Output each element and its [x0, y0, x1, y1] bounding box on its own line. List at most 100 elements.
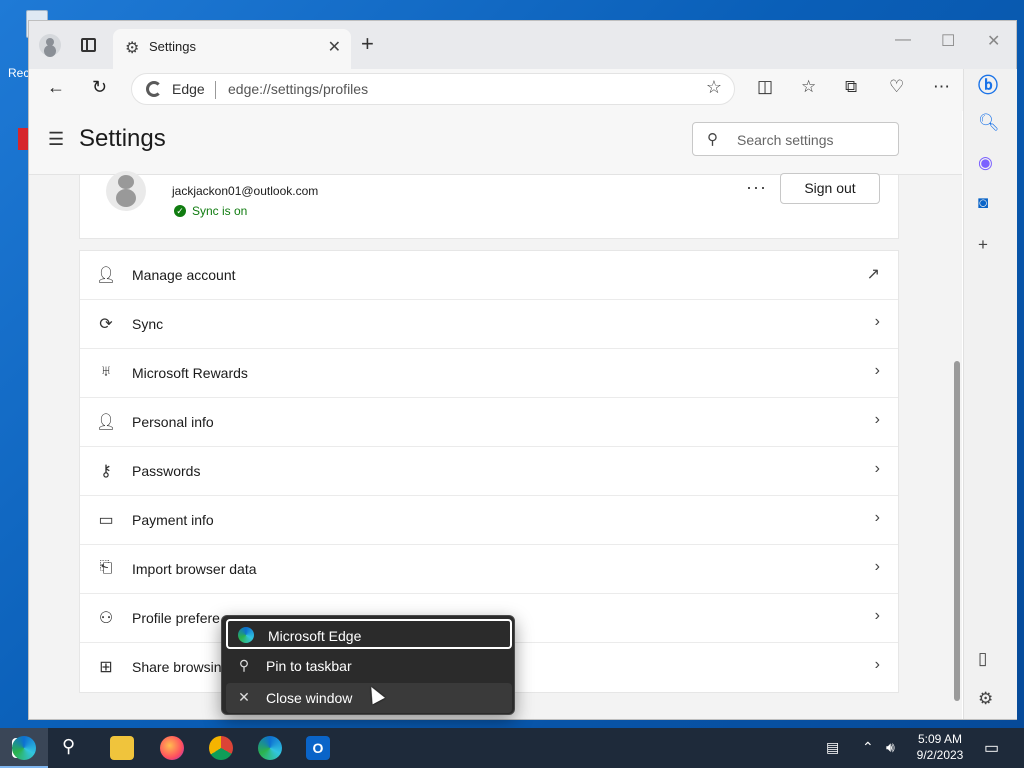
edge-taskbar-button[interactable]	[0, 728, 48, 768]
new-tab-button[interactable]: +	[361, 31, 374, 57]
collections-icon[interactable]: ⧉	[845, 77, 857, 97]
split-screen-icon[interactable]: ◫	[757, 77, 773, 97]
edge-icon	[12, 736, 36, 760]
list-item-label: Personal info	[132, 414, 214, 430]
profile-card: jackjackon01@outlook.com ✓ Sync is on ··…	[79, 171, 899, 239]
tab-actions-icon[interactable]	[81, 38, 96, 52]
people-settings-icon: ⚇	[98, 610, 114, 627]
context-item-microsoft-edge[interactable]: Microsoft Edge	[226, 619, 512, 649]
sync-check-icon: ✓	[174, 205, 186, 217]
chevron-right-icon: ›	[874, 411, 880, 428]
avatar	[106, 171, 146, 211]
taskbar-clock[interactable]: 5:09 AM 9/2/2023	[910, 731, 970, 763]
credit-card-icon: ▭	[98, 512, 114, 529]
key-icon: ⚷	[100, 463, 112, 480]
file-explorer-icon[interactable]	[110, 736, 134, 760]
notifications-icon[interactable]: ▭	[984, 738, 999, 758]
list-item-label: Manage account	[132, 267, 236, 283]
volume-icon[interactable]: 🔊︎	[886, 739, 895, 756]
back-button[interactable]: ←	[47, 77, 65, 98]
chrome-icon[interactable]	[209, 736, 233, 760]
browser-toolbar: ← ↻ Edge edge://settings/profiles ☆ ◫ ☆ …	[29, 69, 1016, 111]
chevron-right-icon: ›	[874, 509, 880, 526]
recycle-bin-label: Rec	[8, 66, 30, 80]
gear-icon: ⚙	[125, 40, 140, 57]
list-item-label: Payment info	[132, 512, 214, 528]
context-item-label: Pin to taskbar	[266, 658, 352, 674]
show-hidden-icons-chevron-icon[interactable]: ⌃	[862, 739, 874, 756]
chevron-right-icon: ›	[874, 362, 880, 379]
refresh-button[interactable]: ↻	[92, 77, 107, 98]
tab-settings[interactable]: ⚙ Settings ✕	[113, 29, 351, 69]
add-sidebar-app-icon[interactable]: +	[978, 235, 988, 255]
page-scrollbar[interactable]	[954, 179, 960, 713]
sidebar-settings-icon[interactable]: ⚙	[978, 689, 993, 709]
profile-more-options-icon[interactable]: ···	[746, 177, 767, 198]
list-item-label: Sync	[132, 316, 164, 332]
search-settings-input[interactable]: ⚲ Search settings	[692, 122, 899, 156]
context-item-label: Microsoft Edge	[268, 628, 362, 644]
edge-icon	[238, 627, 254, 643]
sign-out-button[interactable]: Sign out	[780, 173, 880, 204]
edge-sidebar: ⓑ 🔍︎ ◉ ◙ + ▯ ⚙	[963, 69, 1017, 719]
outlook-icon[interactable]: ◙	[978, 193, 988, 213]
context-item-label: Close window	[266, 690, 353, 706]
list-item-label: Import browser data	[132, 561, 257, 577]
edge-icon	[146, 81, 162, 97]
pin-icon: ⚲	[238, 657, 250, 673]
search-icon: ⚲	[707, 131, 718, 148]
chevron-right-icon: ›	[874, 656, 880, 673]
search-icon[interactable]: 🔍︎	[978, 113, 1000, 133]
sync-icon: ⟳	[99, 316, 113, 333]
address-site-label: Edge	[172, 81, 205, 97]
office-icon[interactable]: ◉	[978, 153, 993, 173]
profile-avatar-icon[interactable]	[39, 34, 61, 56]
firefox-icon[interactable]	[160, 736, 184, 760]
chevron-right-icon: ›	[874, 460, 880, 477]
list-item-label: Share browsin	[132, 659, 222, 675]
sync-status: Sync is on	[192, 204, 248, 218]
maximize-button[interactable]: ☐	[941, 31, 955, 51]
external-link-icon: ↗	[866, 266, 880, 283]
tray-app-icon[interactable]: ▤	[826, 739, 839, 756]
list-item-manage-account[interactable]: 👤︎ Manage account ↗	[80, 251, 898, 300]
chevron-right-icon: ›	[874, 607, 880, 624]
list-item-payment-info[interactable]: ▭ Payment info ›	[80, 496, 898, 545]
hamburger-menu-icon[interactable]: ☰	[48, 129, 64, 150]
close-window-button[interactable]: ✕	[987, 31, 1000, 51]
more-menu-icon[interactable]: ⋯	[933, 77, 950, 97]
scrollbar-thumb[interactable]	[954, 361, 960, 701]
profile-email: jackjackon01@outlook.com	[172, 184, 319, 198]
import-icon: ⎗	[99, 559, 113, 576]
browser-essentials-icon[interactable]: ♡	[889, 77, 904, 97]
list-item-label: Profile prefere	[132, 610, 220, 626]
chevron-right-icon: ›	[874, 558, 880, 575]
outlook-icon[interactable]: O	[306, 736, 330, 760]
list-item-label: Passwords	[132, 463, 201, 479]
minimize-button[interactable]: —	[895, 31, 911, 49]
favorite-star-icon[interactable]: ☆	[706, 77, 722, 98]
list-item-sync[interactable]: ⟳ Sync ›	[80, 300, 898, 349]
browser-window: ⚙ Settings ✕ + — ☐ ✕ ← ↻ Edge edge://set…	[28, 20, 1017, 720]
address-url[interactable]: edge://settings/profiles	[228, 81, 368, 97]
taskbar-search-icon[interactable]: ⚲	[62, 736, 86, 760]
person-card-icon: 👤︎	[96, 414, 117, 431]
favorites-icon[interactable]: ☆	[801, 77, 816, 97]
close-tab-icon[interactable]: ✕	[328, 37, 341, 57]
title-bar: ⚙ Settings ✕ + — ☐ ✕	[29, 21, 1016, 69]
list-item-personal-info[interactable]: 👤︎ Personal info ›	[80, 398, 898, 447]
hide-sidebar-icon[interactable]: ▯	[978, 649, 987, 669]
list-item-import-browser-data[interactable]: ⎗ Import browser data ›	[80, 545, 898, 594]
windows-icon: ⊞	[99, 659, 113, 676]
person-icon: 👤︎	[96, 267, 117, 284]
tab-title: Settings	[149, 39, 196, 54]
address-bar[interactable]: Edge edge://settings/profiles ☆	[131, 73, 735, 105]
context-item-pin-to-taskbar[interactable]: ⚲ Pin to taskbar	[226, 651, 512, 681]
list-item-rewards[interactable]: ♅ Microsoft Rewards ›	[80, 349, 898, 398]
list-item-label: Microsoft Rewards	[132, 365, 248, 381]
page-title: Settings	[79, 125, 166, 152]
list-item-passwords[interactable]: ⚷ Passwords ›	[80, 447, 898, 496]
edge-beta-icon[interactable]	[258, 736, 282, 760]
taskbar-context-menu: Microsoft Edge ⚲ Pin to taskbar ✕ Close …	[221, 615, 515, 715]
bing-chat-icon[interactable]: ⓑ	[978, 69, 998, 98]
